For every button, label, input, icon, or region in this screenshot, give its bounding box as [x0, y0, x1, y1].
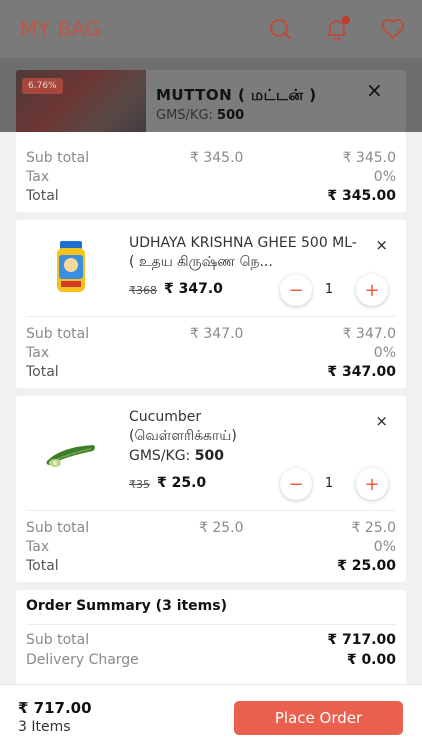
- tax-label: Tax: [26, 539, 50, 555]
- order-summary-title: Order Summary (3 items): [26, 598, 227, 614]
- cart-item-cucumber: Cucumber (வெள்ளரிக்காய்) GMS/KG: 500 × ₹…: [16, 396, 406, 582]
- total-label: Total: [26, 188, 59, 204]
- bell-icon[interactable]: [324, 16, 350, 42]
- close-icon[interactable]: ×: [375, 412, 388, 430]
- cart-card-mutton-totals: Sub total ₹ 345.0 ₹ 345.0 Tax 0% Total ₹…: [16, 132, 406, 212]
- summary-subtotal-row: Sub total ₹ 717.00: [26, 632, 396, 648]
- weight-value: 500: [217, 108, 245, 123]
- item-name-line1: Cucumber: [129, 409, 202, 425]
- weight-label: GMS/KG:: [129, 448, 191, 464]
- divider: [26, 316, 396, 317]
- order-summary-card: Order Summary (3 items) Sub total ₹ 717.…: [16, 590, 406, 684]
- app-header: MY BAG: [0, 0, 422, 58]
- increase-qty-button[interactable]: +: [356, 468, 388, 500]
- cart-item-ghee: UDHAYA KRISHNA GHEE 500 ML-( உதய கிருஷ்ண…: [16, 220, 406, 388]
- new-price: ₹ 347.0: [164, 281, 223, 297]
- total-label: Total: [26, 558, 59, 574]
- item-name: MUTTON ( மட்டன் ): [156, 86, 317, 104]
- subtotal-value: ₹ 347.0: [342, 326, 396, 342]
- total-value: ₹ 345.00: [327, 188, 396, 204]
- delivery-charge-label: Delivery Charge: [26, 652, 139, 668]
- delivery-charge-row: Delivery Charge ₹ 0.00: [26, 652, 396, 668]
- subtotal-value: ₹ 345.0: [342, 150, 396, 166]
- item-count: 3 Items: [18, 719, 71, 735]
- checkout-bar: ₹ 717.00 3 Items Place Order: [0, 684, 422, 750]
- item-name: UDHAYA KRISHNA GHEE 500 ML-( உதய கிருஷ்ண…: [129, 235, 357, 270]
- subtotal-mid: ₹ 347.0: [190, 326, 244, 342]
- cucumber-image: [36, 418, 106, 488]
- cart-item-mutton: 6.76% MUTTON ( மட்டன் ) GMS/KG: 500 ×: [16, 70, 406, 140]
- quantity-value: 1: [324, 476, 334, 491]
- tax-value: 0%: [373, 539, 396, 555]
- summary-subtotal-label: Sub total: [26, 632, 90, 648]
- subtotal-value: ₹ 25.0: [351, 520, 396, 536]
- quantity-value: 1: [324, 282, 334, 297]
- weight-value: 500: [194, 448, 224, 464]
- subtotal-label: Sub total: [26, 326, 90, 342]
- notification-dot: [342, 16, 350, 24]
- delivery-charge-value: ₹ 0.00: [346, 652, 396, 668]
- tax-label: Tax: [26, 345, 50, 361]
- search-icon[interactable]: [268, 16, 294, 42]
- weight-label: GMS/KG:: [156, 108, 213, 123]
- subtotal-label: Sub total: [26, 150, 90, 166]
- item-weight: GMS/KG: 500: [129, 448, 224, 464]
- discount-badge: 6.76%: [22, 78, 63, 94]
- subtotal-mid: ₹ 345.0: [190, 150, 244, 166]
- item-name-line2: (வெள்ளரிக்காய்): [129, 428, 237, 444]
- close-icon[interactable]: ×: [366, 78, 383, 102]
- tax-value: 0%: [373, 345, 396, 361]
- item-weight: GMS/KG: 500: [156, 108, 244, 123]
- increase-qty-button[interactable]: +: [356, 274, 388, 306]
- old-price: ₹35: [129, 478, 150, 491]
- subtotal-label: Sub total: [26, 520, 90, 536]
- divider: [26, 510, 396, 511]
- total-value: ₹ 25.00: [337, 558, 396, 574]
- ghee-image: [36, 232, 106, 302]
- grand-total: ₹ 717.00: [18, 699, 92, 717]
- decrease-qty-button[interactable]: −: [280, 468, 312, 500]
- divider: [26, 624, 396, 625]
- new-price: ₹ 25.0: [157, 475, 207, 491]
- tax-label: Tax: [26, 169, 50, 185]
- place-order-button[interactable]: Place Order: [234, 701, 403, 735]
- tax-value: 0%: [373, 169, 396, 185]
- old-price: ₹368: [129, 284, 157, 297]
- total-value: ₹ 347.00: [327, 364, 396, 380]
- heart-icon[interactable]: [380, 16, 406, 42]
- cart-sheet: Sub total ₹ 345.0 ₹ 345.0 Tax 0% Total ₹…: [0, 132, 422, 684]
- close-icon[interactable]: ×: [375, 236, 388, 254]
- item-name: Cucumber (வெள்ளரிக்காய்): [129, 408, 359, 446]
- summary-subtotal-value: ₹ 717.00: [327, 632, 396, 648]
- decrease-qty-button[interactable]: −: [280, 274, 312, 306]
- total-label: Total: [26, 364, 59, 380]
- page-title: MY BAG: [20, 17, 102, 41]
- subtotal-mid: ₹ 25.0: [199, 520, 244, 536]
